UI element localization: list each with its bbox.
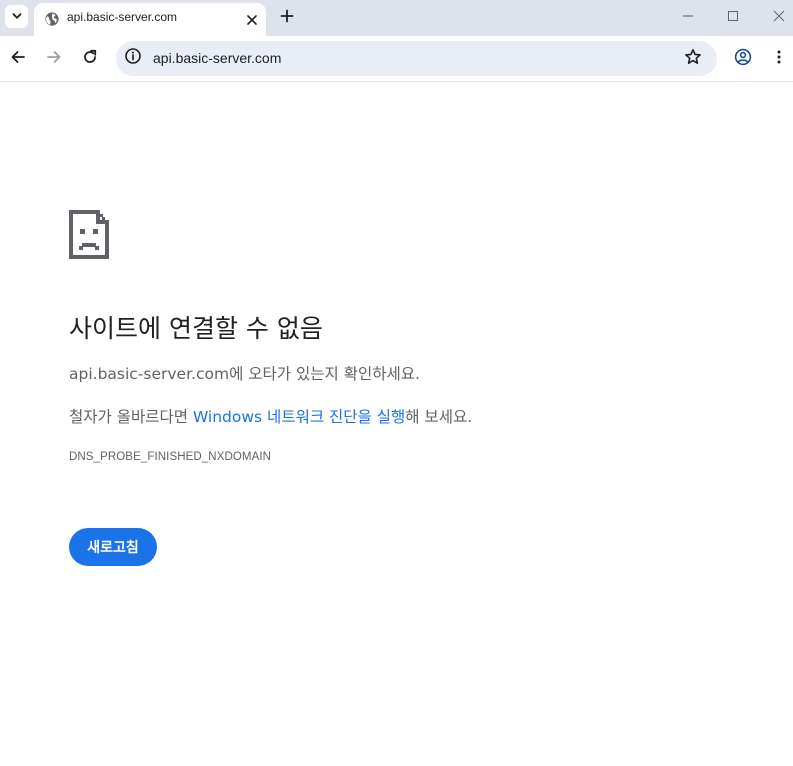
toolbar: api.basic-server.com <box>0 36 793 82</box>
menu-button[interactable] <box>769 49 789 69</box>
maximize-icon <box>727 7 739 26</box>
bookmark-button[interactable] <box>683 49 703 69</box>
kebab-menu-icon <box>776 49 782 69</box>
address-bar[interactable]: api.basic-server.com <box>116 41 717 76</box>
info-icon <box>124 47 142 69</box>
diagnostics-prefix: 철자가 올바르다면 <box>69 408 193 426</box>
maximize-button[interactable] <box>725 8 741 24</box>
minimize-icon <box>682 7 694 26</box>
new-tab-button[interactable] <box>278 8 296 26</box>
forward-button[interactable] <box>44 49 64 69</box>
reload-page-button[interactable]: 새로고침 <box>69 528 157 566</box>
minimize-button[interactable] <box>680 8 696 24</box>
tab-title: api.basic-server.com <box>67 10 178 24</box>
network-diagnostics-link[interactable]: Windows 네트워크 진단을 실행 <box>193 408 405 426</box>
reload-icon <box>82 49 98 69</box>
arrow-right-icon <box>46 49 62 69</box>
close-window-button[interactable] <box>771 8 787 24</box>
site-info-button[interactable] <box>122 47 144 69</box>
typo-hostname: api.basic-server.com <box>69 365 230 383</box>
close-icon <box>773 7 785 26</box>
close-icon <box>247 10 257 29</box>
profile-icon <box>734 48 752 70</box>
error-code: DNS_PROBE_FINISHED_NXDOMAIN <box>69 451 272 463</box>
typo-suggestion: api.basic-server.com에 오타가 있는지 확인하세요. <box>69 362 420 384</box>
active-tab[interactable]: api.basic-server.com <box>34 3 266 36</box>
sad-page-icon <box>69 210 109 259</box>
plus-icon <box>280 8 294 27</box>
error-heading: 사이트에 연결할 수 없음 <box>69 314 323 343</box>
url-text[interactable]: api.basic-server.com <box>153 50 281 66</box>
typo-suffix: 에 오타가 있는지 확인하세요. <box>229 365 420 383</box>
star-icon <box>684 48 702 70</box>
globe-icon <box>44 11 60 27</box>
tab-close-button[interactable] <box>244 11 260 27</box>
diagnostics-suffix: 해 보세요. <box>405 408 473 426</box>
chevron-down-icon <box>11 7 23 26</box>
tab-search-button[interactable] <box>5 5 28 28</box>
reload-button[interactable] <box>80 49 100 69</box>
arrow-left-icon <box>10 49 26 69</box>
profile-button[interactable] <box>733 48 753 70</box>
back-button[interactable] <box>8 49 28 69</box>
tab-strip: api.basic-server.com <box>0 0 793 36</box>
diagnostics-suggestion: 철자가 올바르다면 Windows 네트워크 진단을 실행해 보세요. <box>69 405 472 427</box>
